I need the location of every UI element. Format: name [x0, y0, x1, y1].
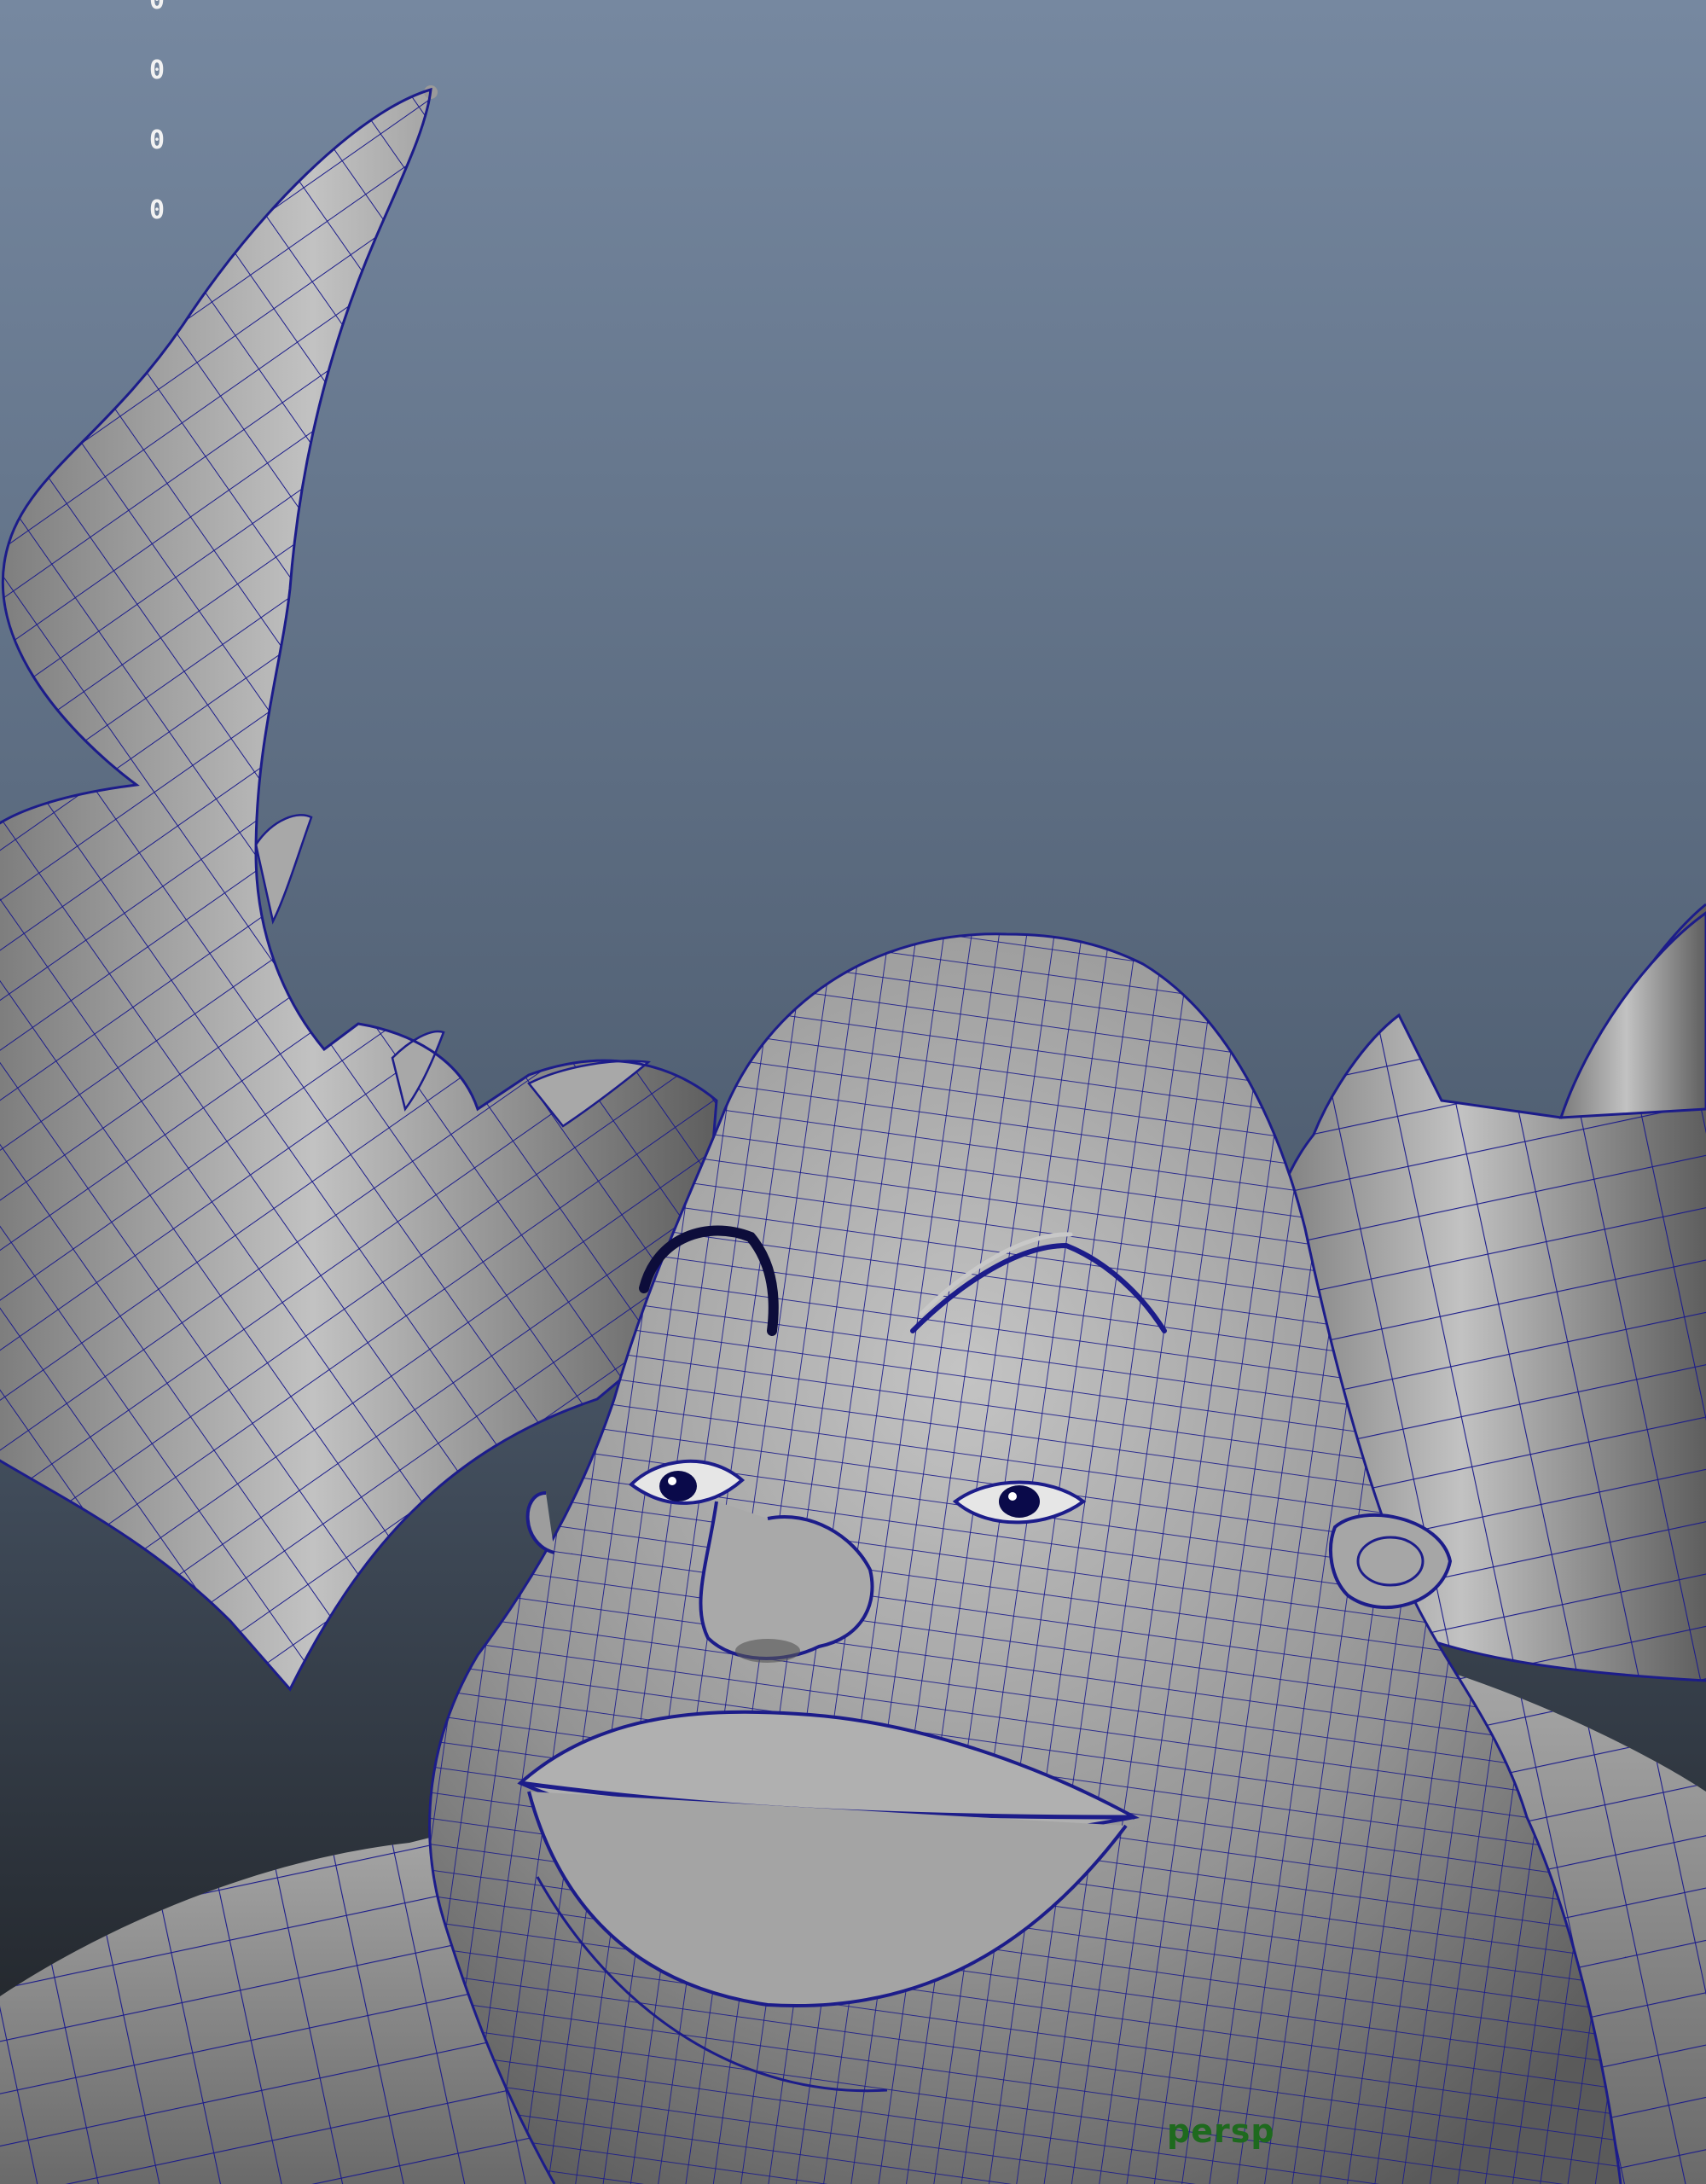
shaded-wireframe-model[interactable] — [0, 0, 1706, 2184]
hud-stat-value: 0 — [148, 195, 165, 225]
model-right-horn-tip — [1558, 911, 1706, 1119]
hud-stat-value: 0 — [148, 55, 165, 85]
camera-name-label: persp — [1167, 2112, 1275, 2150]
perspective-viewport[interactable]: 0 0 0 0 persp — [0, 0, 1706, 2184]
hud-stat-value: 0 — [148, 0, 165, 15]
hud-stat-value: 0 — [148, 125, 165, 155]
